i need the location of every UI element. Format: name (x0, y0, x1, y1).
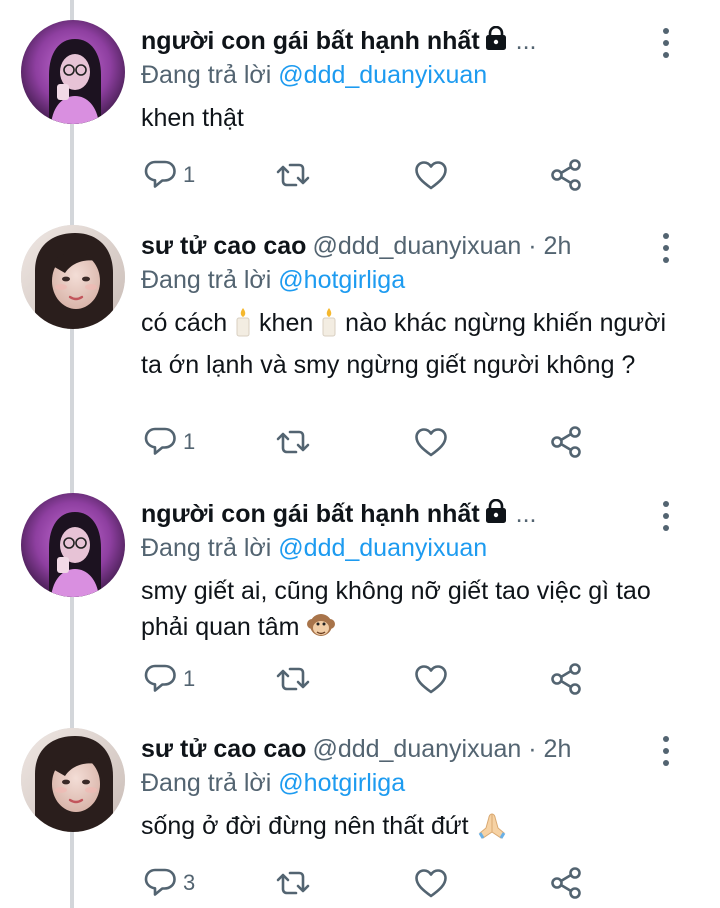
retweet-button[interactable] (275, 422, 311, 462)
tweet-time: · 2h (528, 232, 572, 260)
avatar[interactable] (21, 225, 125, 329)
like-button[interactable] (413, 659, 449, 699)
user-handle[interactable]: @ddd_duanyixuan (312, 735, 521, 763)
more-vertical-icon (663, 736, 669, 766)
tweet-actions: 3 (141, 863, 601, 903)
reply-count: 3 (183, 870, 196, 895)
reply-count: 1 (183, 162, 196, 187)
replying-to: Đang trả lời @ddd_duanyixuan (141, 58, 681, 92)
avatar[interactable] (21, 493, 125, 597)
candle-emoji (320, 307, 338, 347)
share-icon (551, 663, 581, 695)
retweet-icon (276, 667, 310, 691)
avatar[interactable] (21, 728, 125, 832)
retweet-button[interactable] (275, 659, 311, 699)
heart-icon (415, 428, 447, 457)
retweet-icon (276, 430, 310, 454)
like-button[interactable] (413, 422, 449, 462)
more-options-button[interactable] (654, 499, 678, 533)
tweet-header: sư tử cao cao @ddd_duanyixuan · 2h (141, 732, 681, 766)
display-name[interactable]: sư tử cao cao (141, 735, 306, 763)
tweet-actions: 1 (141, 422, 601, 462)
more-vertical-icon (663, 501, 669, 531)
reply-button[interactable]: 3 (141, 863, 195, 903)
tweet-text: có cách khen nào khác ngừng khiến người … (141, 305, 681, 383)
share-button[interactable] (549, 659, 585, 699)
lock-icon (484, 25, 508, 61)
truncation-ellipsis: ... (515, 500, 537, 528)
lock-icon (484, 498, 508, 534)
reply-icon (144, 427, 176, 455)
reply-count: 1 (183, 666, 196, 691)
replying-to-label: Đang trả lời (141, 61, 279, 89)
replying-to: Đang trả lời @ddd_duanyixuan (141, 531, 681, 565)
retweet-button[interactable] (275, 863, 311, 903)
replying-to-label: Đang trả lời (141, 266, 279, 294)
share-icon (551, 867, 581, 899)
reply-icon (144, 664, 176, 692)
more-vertical-icon (663, 233, 669, 263)
tweet[interactable]: sư tử cao cao @ddd_duanyixuan · 2h Đang t… (0, 708, 720, 908)
tweet-time: · 2h (528, 735, 572, 763)
more-options-button[interactable] (654, 231, 678, 265)
tweet[interactable]: người con gái bất hạnh nhất... Đang trả … (0, 0, 720, 205)
tweet-header: sư tử cao cao @ddd_duanyixuan · 2h (141, 229, 681, 263)
tweet-text-content: smy giết ai, cũng không nỡ giết tao việc… (141, 577, 651, 641)
monkey-emoji (306, 611, 336, 651)
tweet-text: khen thật (141, 104, 244, 132)
praying-hands-emoji (476, 810, 508, 850)
share-button[interactable] (549, 863, 585, 903)
replying-to: Đang trả lời @hotgirliga (141, 766, 681, 800)
replying-to: Đang trả lời @hotgirliga (141, 263, 681, 297)
retweet-button[interactable] (275, 155, 311, 195)
tweet-header: người con gái bất hạnh nhất... (141, 24, 681, 58)
tweet-text: sống ở đời đừng nên thất đứt (141, 808, 681, 850)
like-button[interactable] (413, 863, 449, 903)
reply-button[interactable]: 1 (141, 155, 195, 195)
like-button[interactable] (413, 155, 449, 195)
tweet-text-part: có cách (141, 309, 235, 337)
more-options-button[interactable] (654, 734, 678, 768)
reply-count: 1 (183, 429, 196, 454)
tweet[interactable]: người con gái bất hạnh nhất... Đang trả … (0, 473, 720, 708)
truncation-ellipsis: ... (515, 27, 537, 55)
user-handle[interactable]: @ddd_duanyixuan (312, 232, 521, 260)
reply-icon (144, 868, 176, 896)
replying-to-label: Đang trả lời (141, 534, 279, 562)
mention-link[interactable]: @ddd_duanyixuan (278, 534, 487, 562)
more-vertical-icon (663, 28, 669, 58)
heart-icon (415, 665, 447, 694)
avatar[interactable] (21, 20, 125, 124)
tweet-actions: 1 (141, 155, 601, 195)
share-button[interactable] (549, 422, 585, 462)
tweet[interactable]: sư tử cao cao @ddd_duanyixuan · 2h Đang t… (0, 205, 720, 473)
tweet-actions: 1 (141, 659, 601, 699)
share-button[interactable] (549, 155, 585, 195)
mention-link[interactable]: @hotgirliga (278, 266, 405, 294)
more-options-button[interactable] (654, 26, 678, 60)
replying-to-label: Đang trả lời (141, 769, 279, 797)
mention-link[interactable]: @hotgirliga (278, 769, 405, 797)
reply-button[interactable]: 1 (141, 422, 195, 462)
tweet-text: smy giết ai, cũng không nỡ giết tao việc… (141, 573, 681, 651)
retweet-icon (276, 163, 310, 187)
tweet-text-part: khen (252, 309, 321, 337)
tweet-text-content: sống ở đời đừng nên thất đứt (141, 812, 469, 840)
tweet-header: người con gái bất hạnh nhất... (141, 497, 681, 531)
candle-emoji (234, 307, 252, 347)
retweet-icon (276, 871, 310, 895)
mention-link[interactable]: @ddd_duanyixuan (278, 61, 487, 89)
reply-button[interactable]: 1 (141, 659, 195, 699)
heart-icon (415, 869, 447, 898)
share-icon (551, 426, 581, 458)
display-name[interactable]: người con gái bất hạnh nhất (141, 500, 480, 528)
display-name[interactable]: sư tử cao cao (141, 232, 306, 260)
heart-icon (415, 161, 447, 190)
share-icon (551, 159, 581, 191)
display-name[interactable]: người con gái bất hạnh nhất (141, 27, 480, 55)
reply-icon (144, 160, 176, 188)
